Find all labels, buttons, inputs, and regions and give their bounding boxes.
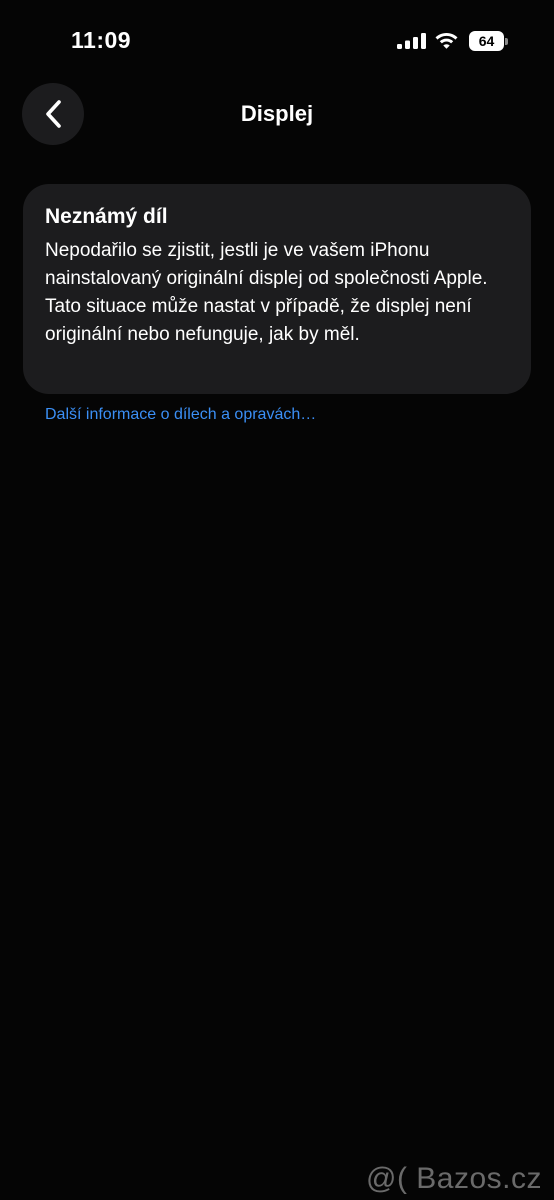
- cellular-signal-icon: [397, 33, 426, 49]
- page-title: Displej: [240, 101, 314, 126]
- wifi-icon: [435, 33, 458, 49]
- status-bar: 11:09 64: [0, 0, 554, 84]
- settings-screen: 11:09 64 Displej Neznámý díl Nepodařilo …: [0, 0, 554, 1200]
- battery-icon: 64: [469, 31, 509, 51]
- card-title: Neznámý díl: [45, 205, 168, 228]
- watermark: @( Bazos.cz: [366, 1162, 542, 1195]
- card-description: Nepodařilo se zjistit, jestli je ve vaše…: [45, 240, 488, 345]
- battery-level: 64: [469, 31, 504, 51]
- parts-and-repairs-link[interactable]: Další informace o dílech a opravách…: [45, 406, 316, 424]
- battery-cap: [505, 38, 508, 45]
- unknown-part-card: Neznámý díl Nepodařilo se zjistit, jestl…: [23, 184, 531, 394]
- status-time: 11:09: [71, 27, 132, 53]
